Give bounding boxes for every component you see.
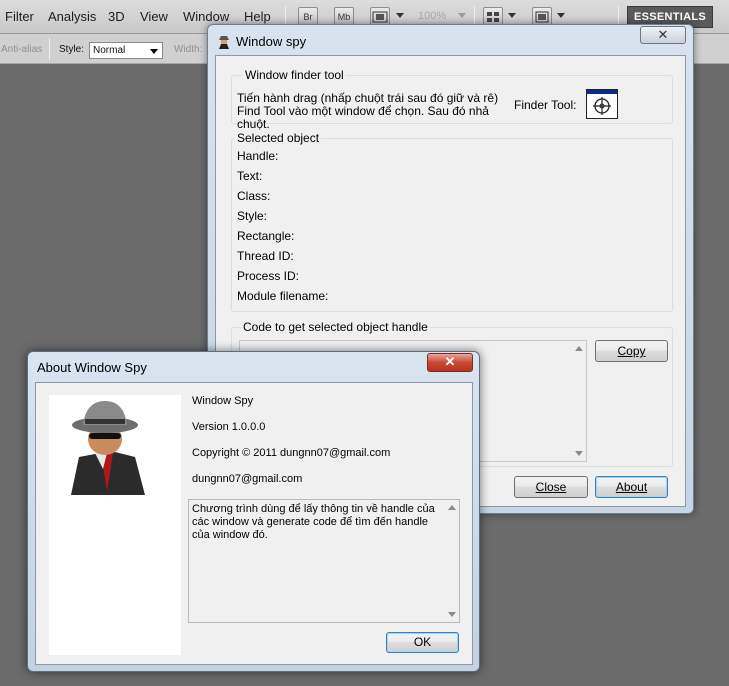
chevron-down-icon[interactable]: [396, 13, 404, 18]
scroll-up-icon[interactable]: [448, 505, 456, 510]
selected-object-group: Selected object: [231, 131, 673, 312]
copy-button[interactable]: Copy: [595, 340, 668, 362]
field-style-label: Style:: [237, 209, 268, 223]
logo-panel: [49, 395, 181, 655]
copy-button-label: Copy: [617, 344, 646, 358]
about-dialog: About Window Spy ✕ Window Spy Version 1.…: [27, 351, 480, 672]
grid-icon: [487, 12, 499, 22]
window-spy-close-button[interactable]: ✕: [640, 26, 686, 44]
width-label: Width:: [174, 44, 203, 55]
field-module-filename-label: Module filename:: [237, 289, 329, 303]
chevron-down-icon[interactable]: [508, 13, 516, 18]
scroll-up-icon[interactable]: [575, 346, 583, 351]
close-button[interactable]: Close: [514, 476, 588, 498]
film-strip-icon: [372, 11, 388, 23]
code-group-title: Code to get selected object handle: [241, 320, 430, 334]
spy-mascot-icon: [71, 401, 145, 495]
field-rectangle-label: Rectangle:: [237, 229, 295, 243]
field-process-id-label: Process ID:: [237, 269, 300, 283]
finder-group-title: Window finder tool: [243, 68, 346, 82]
about-close-button[interactable]: ✕: [427, 353, 473, 372]
style-label: Style:: [59, 44, 85, 55]
close-button-label: Close: [535, 480, 567, 494]
about-button[interactable]: About: [595, 476, 668, 498]
menu-analysis[interactable]: Analysis: [48, 9, 96, 24]
product-name: Window Spy: [192, 395, 254, 407]
menu-3d[interactable]: 3D: [108, 9, 125, 24]
code-scrollbar[interactable]: [571, 341, 586, 461]
chevron-down-icon[interactable]: [557, 13, 565, 18]
ok-button[interactable]: OK: [386, 632, 459, 653]
about-title: About Window Spy: [37, 360, 147, 375]
finder-tool-label: Finder Tool:: [514, 98, 577, 112]
window-spy-title: Window spy: [236, 34, 307, 49]
finder-instructions: Tiến hành drag (nhấp chuột trái sau đó g…: [237, 91, 499, 131]
product-copyright: Copyright © 2011 dungnn07@gmail.com: [192, 447, 391, 459]
scroll-down-icon[interactable]: [448, 612, 456, 617]
author-email: dungnn07@gmail.com: [192, 473, 303, 485]
chevron-down-icon[interactable]: [458, 13, 466, 18]
screen-mode-icon: [535, 11, 549, 23]
description-text: Chương trình dùng để lấy thông tin về ha…: [192, 503, 435, 541]
scroll-down-icon[interactable]: [575, 451, 583, 456]
zoom-level[interactable]: 100%: [418, 10, 446, 22]
style-select[interactable]: Normal: [89, 42, 163, 59]
description-scrollbar[interactable]: [444, 500, 459, 622]
options-separator: [49, 38, 50, 60]
menu-filter[interactable]: Filter: [5, 9, 34, 24]
description-textarea[interactable]: Chương trình dùng để lấy thông tin về ha…: [188, 499, 460, 623]
crosshair-icon: [593, 97, 611, 115]
field-class-label: Class:: [237, 189, 271, 203]
menu-view[interactable]: View: [140, 9, 168, 24]
field-thread-id-label: Thread ID:: [237, 249, 294, 263]
about-client: Window Spy Version 1.0.0.0 Copyright © 2…: [35, 382, 473, 665]
about-button-label: About: [615, 480, 648, 494]
spy-icon: [219, 36, 229, 49]
menu-help[interactable]: Help: [244, 9, 271, 24]
style-select-value: Normal: [93, 45, 126, 56]
selected-object-group-title: Selected object: [235, 131, 322, 145]
product-version: Version 1.0.0.0: [192, 421, 266, 433]
chevron-down-icon: [150, 49, 158, 54]
menu-window[interactable]: Window: [183, 9, 229, 24]
finder-tool[interactable]: [586, 89, 618, 119]
field-text-label: Text:: [237, 169, 263, 183]
antialias-checkbox-label[interactable]: Anti-alias: [1, 44, 42, 55]
field-handle-label: Handle:: [237, 149, 279, 163]
